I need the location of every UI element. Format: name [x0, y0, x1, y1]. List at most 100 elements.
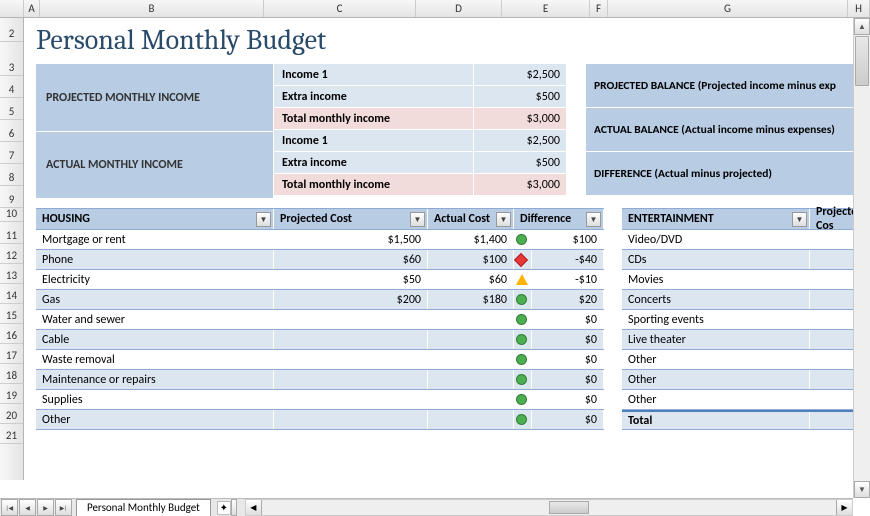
projected-cost[interactable]: [274, 350, 428, 369]
projected-cost[interactable]: [274, 390, 428, 409]
table-row[interactable]: Maintenance or repairs $0: [36, 370, 604, 390]
entertainment-item[interactable]: CDs: [622, 250, 810, 269]
vertical-scrollbar[interactable]: ▲ ▼: [853, 18, 870, 498]
difference-value[interactable]: $0: [532, 350, 604, 369]
row-head-6[interactable]: 6: [0, 120, 23, 142]
insert-sheet-icon[interactable]: ✦: [217, 501, 231, 515]
tab-nav-next[interactable]: ▶: [37, 499, 54, 516]
row-head-3[interactable]: 3: [0, 42, 23, 76]
tab-nav-last[interactable]: ▶|: [55, 499, 72, 516]
difference-value[interactable]: $0: [532, 330, 604, 349]
entertainment-item[interactable]: Other: [622, 350, 810, 369]
difference-value[interactable]: -$40: [532, 250, 604, 269]
actual-cost[interactable]: $180: [428, 290, 514, 309]
table-row[interactable]: CDs: [622, 250, 870, 270]
housing-item[interactable]: Maintenance or repairs: [36, 370, 274, 389]
worksheet[interactable]: Personal Monthly BudgetPROJECTED MONTHLY…: [24, 18, 870, 480]
table-row[interactable]: Other: [622, 350, 870, 370]
entertainment-item[interactable]: Movies: [622, 270, 810, 289]
hscroll-thumb[interactable]: [549, 501, 589, 514]
table-row[interactable]: Movies: [622, 270, 870, 290]
difference-value[interactable]: $0: [532, 310, 604, 329]
entertainment-item[interactable]: Other: [622, 390, 810, 409]
scroll-thumb[interactable]: [855, 36, 869, 86]
actual-cost[interactable]: [428, 390, 514, 409]
filter-dropdown-icon[interactable]: ▼: [496, 212, 511, 227]
row-head-12[interactable]: 12: [0, 244, 23, 264]
projected-cost[interactable]: [274, 330, 428, 349]
row-head-13[interactable]: 13: [0, 264, 23, 284]
difference-value[interactable]: $0: [532, 370, 604, 389]
table-row[interactable]: Mortgage or rent$1,500$1,400$100: [36, 230, 604, 250]
table-row[interactable]: Waste removal $0: [36, 350, 604, 370]
actual-cost[interactable]: $60: [428, 270, 514, 289]
entertainment-item[interactable]: Live theater: [622, 330, 810, 349]
housing-item[interactable]: Mortgage or rent: [36, 230, 274, 249]
housing-header[interactable]: HOUSING▼: [36, 209, 274, 229]
row-head-19[interactable]: 19: [0, 384, 23, 404]
actual-cost[interactable]: $1,400: [428, 230, 514, 249]
actual-cost[interactable]: [428, 330, 514, 349]
row-head-9[interactable]: 9: [0, 186, 23, 208]
row-head-18[interactable]: 18: [0, 364, 23, 384]
col-head-E[interactable]: E: [502, 0, 590, 17]
scroll-down-button[interactable]: ▼: [854, 481, 870, 498]
filter-dropdown-icon[interactable]: ▼: [410, 212, 425, 227]
table-row[interactable]: Sporting events: [622, 310, 870, 330]
entertainment-header[interactable]: ENTERTAINMENT▼: [622, 209, 810, 229]
projected-2-value[interactable]: $3,000: [474, 108, 566, 129]
table-row[interactable]: Water and sewer$0: [36, 310, 604, 330]
actual-0-value[interactable]: $2,500: [474, 130, 566, 151]
row-head-15[interactable]: 15: [0, 304, 23, 324]
table-row[interactable]: Cable$0: [36, 330, 604, 350]
housing-item[interactable]: Gas: [36, 290, 274, 309]
actual-1-value[interactable]: $500: [474, 152, 566, 173]
difference-header[interactable]: Difference▼: [514, 209, 604, 229]
housing-item[interactable]: Other: [36, 410, 274, 429]
entertainment-item[interactable]: Sporting events: [622, 310, 810, 329]
entertainment-item[interactable]: Video/DVD: [622, 230, 810, 249]
tab-nav-first[interactable]: |◀: [1, 499, 18, 516]
housing-item[interactable]: Electricity: [36, 270, 274, 289]
actual-cost[interactable]: [428, 310, 514, 329]
tab-scroll-split[interactable]: [231, 499, 237, 516]
row-head-4[interactable]: 4: [0, 76, 23, 98]
filter-dropdown-icon[interactable]: ▼: [586, 212, 601, 227]
housing-item[interactable]: Waste removal: [36, 350, 274, 369]
table-row[interactable]: Total: [622, 410, 870, 430]
actual-cost-header[interactable]: Actual Cost▼: [428, 209, 514, 229]
projected-cost[interactable]: $200: [274, 290, 428, 309]
table-row[interactable]: Electricity$50$60-$10: [36, 270, 604, 290]
actual-2-value[interactable]: $3,000: [474, 174, 566, 195]
projected-0-value[interactable]: $2,500: [474, 64, 566, 85]
table-row[interactable]: Other: [622, 390, 870, 410]
difference-value[interactable]: $20: [532, 290, 604, 309]
table-row[interactable]: Phone$60$100-$40: [36, 250, 604, 270]
col-head-H[interactable]: H: [848, 0, 870, 17]
scroll-left-button[interactable]: ◀: [246, 500, 262, 515]
table-row[interactable]: Other: [622, 370, 870, 390]
projected-cost[interactable]: [274, 370, 428, 389]
table-row[interactable]: Live theater: [622, 330, 870, 350]
projected-cost[interactable]: [274, 410, 428, 429]
row-head-11[interactable]: 11: [0, 222, 23, 244]
entertainment-item[interactable]: Total: [622, 412, 810, 429]
actual-cost[interactable]: [428, 370, 514, 389]
col-head-D[interactable]: D: [416, 0, 502, 17]
table-row[interactable]: Video/DVD: [622, 230, 870, 250]
table-row[interactable]: Gas$200$180 $20: [36, 290, 604, 310]
entertainment-item[interactable]: Concerts: [622, 290, 810, 309]
row-head-8[interactable]: 8: [0, 164, 23, 186]
projected-cost[interactable]: $50: [274, 270, 428, 289]
difference-value[interactable]: $100: [532, 230, 604, 249]
actual-cost[interactable]: [428, 410, 514, 429]
filter-dropdown-icon[interactable]: ▼: [792, 212, 807, 227]
row-head-16[interactable]: 16: [0, 324, 23, 344]
col-head-B[interactable]: B: [40, 0, 264, 17]
projected-cost-header[interactable]: Projected Cost▼: [274, 209, 428, 229]
row-head-2[interactable]: 2: [0, 18, 23, 42]
row-head-17[interactable]: 17: [0, 344, 23, 364]
table-row[interactable]: Other$0: [36, 410, 604, 430]
projected-cost[interactable]: [274, 310, 428, 329]
row-head-20[interactable]: 20: [0, 404, 23, 424]
